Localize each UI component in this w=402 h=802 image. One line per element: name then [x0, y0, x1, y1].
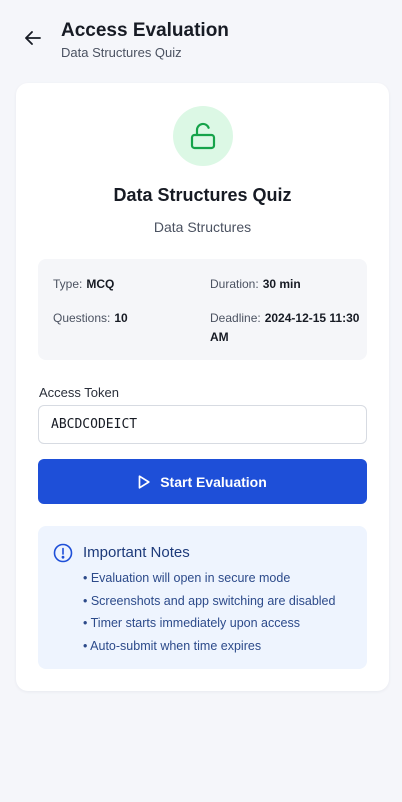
- notes-list: • Evaluation will open in secure mode • …: [83, 569, 335, 660]
- info-type-label: Type:: [53, 277, 83, 291]
- play-icon: [138, 474, 150, 489]
- header: Access Evaluation Data Structures Quiz: [0, 0, 402, 76]
- quiz-title: Data Structures Quiz: [113, 185, 292, 205]
- info-duration: Duration: 30 min: [210, 275, 301, 294]
- unlock-icon: [173, 106, 233, 166]
- note-item: • Timer starts immediately upon access: [83, 616, 300, 631]
- info-icon: [53, 543, 73, 568]
- info-questions: Questions: 10: [53, 309, 128, 328]
- page-title: Access Evaluation: [61, 20, 229, 41]
- info-deadline: Deadline: 2024-12-15 11:30 AM: [210, 309, 360, 347]
- quiz-subject: Data Structures: [153, 219, 252, 235]
- start-evaluation-button[interactable]: Start Evaluation: [38, 459, 367, 504]
- info-questions-value: 10: [114, 311, 128, 325]
- info-type-value: MCQ: [86, 277, 115, 291]
- notes-title: Important Notes: [83, 544, 190, 561]
- start-evaluation-label: Start Evaluation: [160, 473, 267, 490]
- access-token-label: Access Token: [39, 385, 119, 400]
- important-notes: Important Notes • Evaluation will open i…: [38, 526, 367, 669]
- note-item: • Auto-submit when time expires: [83, 639, 262, 654]
- back-arrow-icon[interactable]: [22, 27, 44, 49]
- info-duration-label: Duration:: [210, 277, 259, 291]
- access-token-input[interactable]: [38, 405, 367, 444]
- page-subtitle: Data Structures Quiz: [61, 45, 182, 60]
- quiz-info-box: Type: MCQ Duration: 30 min Questions: 10 De…: [38, 259, 367, 360]
- header-titles: Access Evaluation Data Structures Quiz: [61, 20, 229, 60]
- info-deadline-label: Deadline:: [210, 311, 261, 325]
- note-item: • Screenshots and app switching are disa…: [83, 593, 336, 608]
- info-questions-label: Questions:: [53, 311, 111, 325]
- info-type: Type: MCQ: [53, 275, 114, 294]
- evaluation-card: Data Structures Quiz Data Structures Typ…: [16, 83, 389, 691]
- note-item: • Evaluation will open in secure mode: [83, 571, 291, 585]
- info-duration-value: 30 min: [262, 277, 301, 291]
